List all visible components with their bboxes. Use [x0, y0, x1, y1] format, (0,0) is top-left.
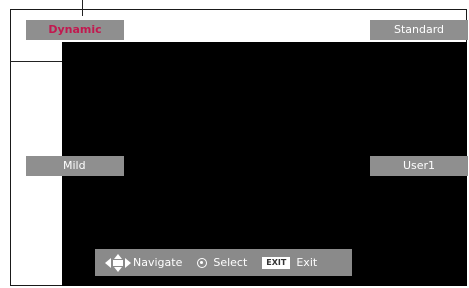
select-label: Select	[213, 256, 248, 269]
mode-button-standard[interactable]: Standard	[370, 20, 468, 40]
select-icon	[197, 257, 208, 268]
dpad-icon	[105, 253, 131, 272]
top-marker-line	[82, 0, 83, 16]
select-hint: Select	[197, 256, 247, 269]
mode-button-user1[interactable]: User1	[370, 156, 468, 176]
navigate-hint: Navigate	[105, 253, 183, 272]
exit-hint: EXIT Exit	[262, 256, 317, 269]
mode-button-dynamic[interactable]: Dynamic	[26, 20, 124, 40]
exit-key-icon: EXIT	[262, 256, 291, 269]
left-marker-line	[10, 61, 62, 62]
mode-button-mild[interactable]: Mild	[26, 156, 124, 176]
navigation-help-bar: Navigate Select EXIT Exit	[95, 249, 352, 276]
navigate-label: Navigate	[133, 256, 183, 269]
exit-label: Exit	[296, 256, 318, 269]
